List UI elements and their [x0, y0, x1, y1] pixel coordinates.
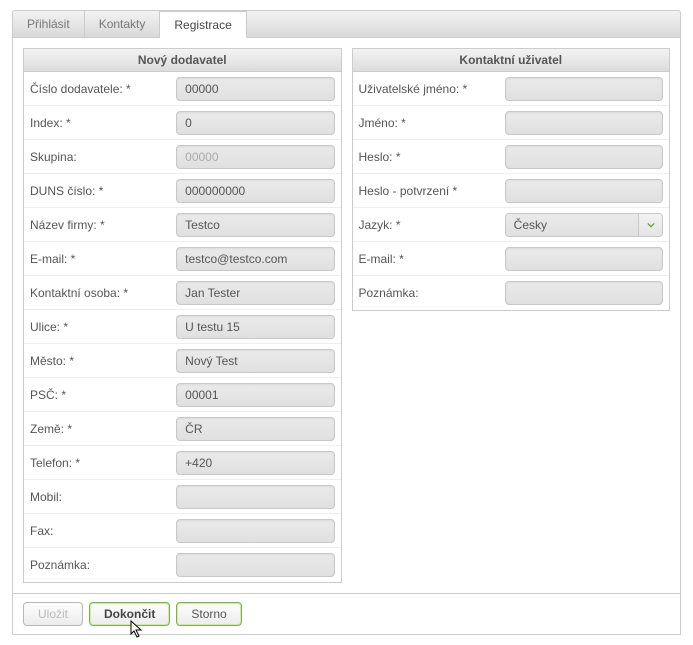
label-user-note: Poznámka:	[359, 286, 505, 300]
tab-login[interactable]: Přihlásit	[13, 11, 85, 37]
label-zip: PSČ: *	[30, 388, 176, 402]
input-zip[interactable]	[176, 383, 334, 407]
input-duns[interactable]	[176, 179, 334, 203]
label-password2: Heslo - potvrzení *	[359, 184, 505, 198]
button-bar: Uložit Dokončit Storno	[12, 594, 681, 635]
label-username: Uživatelské jméno: *	[359, 82, 505, 96]
input-password[interactable]	[505, 145, 663, 169]
chevron-down-icon[interactable]	[638, 214, 662, 236]
input-index[interactable]	[176, 111, 334, 135]
label-supplier-no: Číslo dodavatele: *	[30, 82, 176, 96]
label-city: Město: *	[30, 354, 176, 368]
panel-new-supplier-title: Nový dodavatel	[24, 49, 341, 72]
panel-contact-user-title: Kontaktní uživatel	[353, 49, 670, 72]
label-firstname: Jméno: *	[359, 116, 505, 130]
label-country: Země: *	[30, 422, 176, 436]
input-supplier-note[interactable]	[176, 553, 334, 577]
input-fax[interactable]	[176, 519, 334, 543]
label-duns: DUNS číslo: *	[30, 184, 176, 198]
label-company: Název firmy: *	[30, 218, 176, 232]
label-language: Jazyk: *	[359, 218, 505, 232]
label-group: Skupina:	[30, 150, 176, 164]
panel-contact-user: Kontaktní uživatel Uživatelské jméno: * …	[352, 48, 671, 311]
input-firstname[interactable]	[505, 111, 663, 135]
panel-new-supplier: Nový dodavatel Číslo dodavatele: * Index…	[23, 48, 342, 583]
label-password: Heslo: *	[359, 150, 505, 164]
label-index: Index: *	[30, 116, 176, 130]
tab-register[interactable]: Registrace	[160, 11, 246, 38]
select-language[interactable]: Česky	[505, 213, 663, 237]
tab-bar: Přihlásit Kontakty Registrace	[12, 10, 681, 38]
label-phone: Telefon: *	[30, 456, 176, 470]
label-mobile: Mobil:	[30, 490, 176, 504]
input-user-email[interactable]	[505, 247, 663, 271]
input-company[interactable]	[176, 213, 334, 237]
label-supplier-note: Poznámka:	[30, 558, 176, 572]
tab-contacts[interactable]: Kontakty	[85, 11, 161, 37]
input-country[interactable]	[176, 417, 334, 441]
input-group[interactable]	[176, 145, 334, 169]
input-mobile[interactable]	[176, 485, 334, 509]
label-street: Ulice: *	[30, 320, 176, 334]
label-user-email: E-mail: *	[359, 252, 505, 266]
label-supplier-email: E-mail: *	[30, 252, 176, 266]
label-fax: Fax:	[30, 524, 176, 538]
cancel-button[interactable]: Storno	[176, 602, 241, 626]
input-contact[interactable]	[176, 281, 334, 305]
input-password-confirm[interactable]	[505, 179, 663, 203]
finish-button[interactable]: Dokončit	[89, 602, 170, 626]
input-supplier-no[interactable]	[176, 77, 334, 101]
input-street[interactable]	[176, 315, 334, 339]
input-user-note[interactable]	[505, 281, 663, 305]
input-username[interactable]	[505, 77, 663, 101]
select-language-value: Česky	[506, 214, 638, 236]
content-area: Nový dodavatel Číslo dodavatele: * Index…	[12, 38, 681, 594]
save-button: Uložit	[23, 602, 83, 626]
input-supplier-email[interactable]	[176, 247, 334, 271]
input-city[interactable]	[176, 349, 334, 373]
label-contact: Kontaktní osoba: *	[30, 286, 176, 300]
input-phone[interactable]	[176, 451, 334, 475]
